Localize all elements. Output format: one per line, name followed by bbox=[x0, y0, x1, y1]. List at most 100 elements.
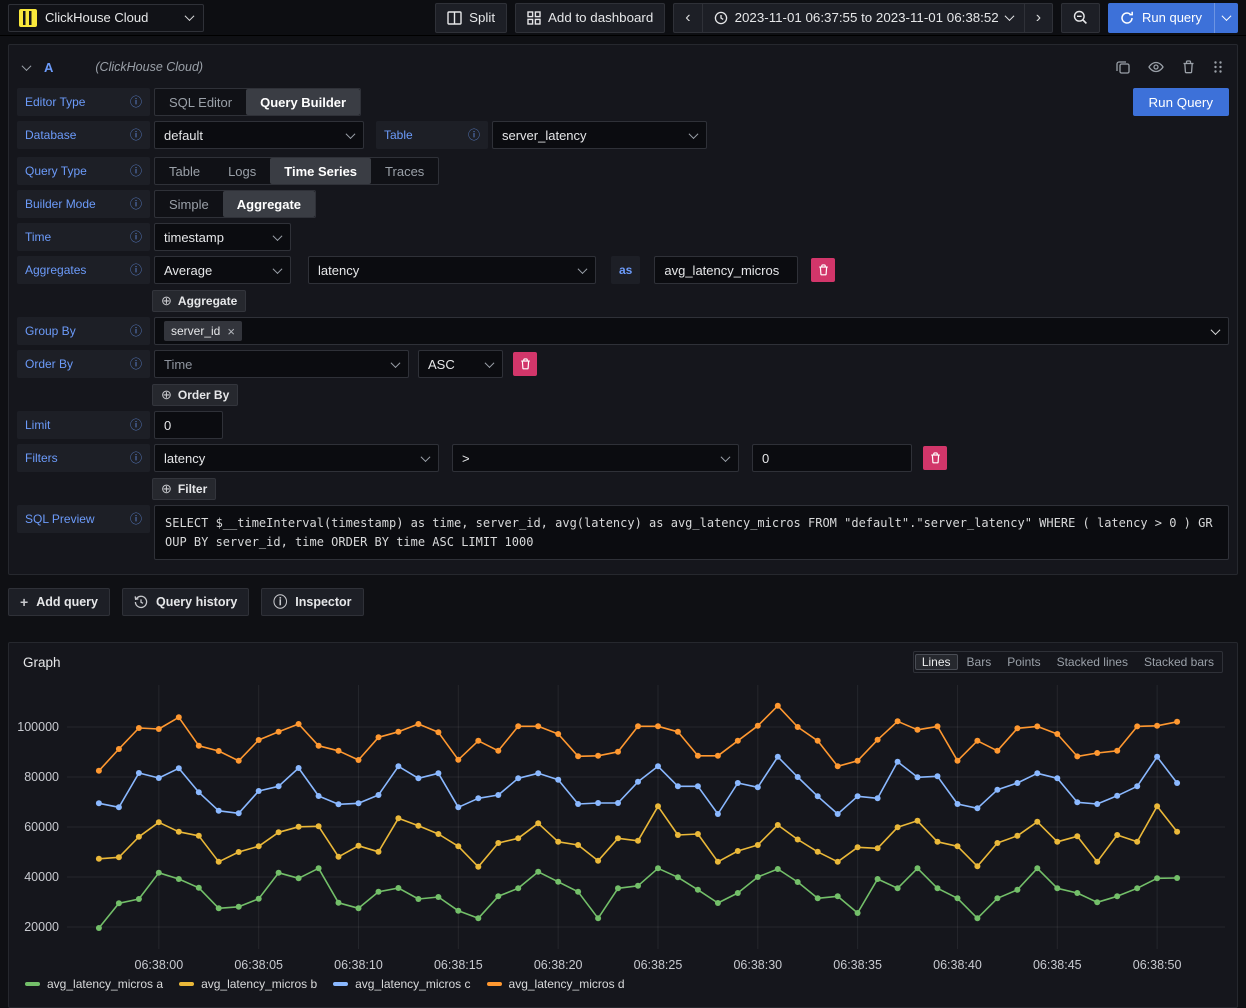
explore-toolbar: + Add query Query history ⓘ Inspector bbox=[8, 588, 1238, 616]
info-icon[interactable]: ⓘ bbox=[130, 452, 142, 464]
zoom-out-button[interactable] bbox=[1061, 3, 1100, 33]
info-icon[interactable]: ⓘ bbox=[130, 129, 142, 141]
info-icon[interactable]: ⓘ bbox=[130, 419, 142, 431]
trash-icon bbox=[520, 358, 531, 370]
add-to-dashboard-button[interactable]: Add to dashboard bbox=[515, 3, 665, 33]
time-column-select[interactable]: timestamp bbox=[154, 223, 291, 251]
add-order-by-button[interactable]: ⊕ Order By bbox=[152, 384, 238, 406]
aggregate-function-select[interactable]: Average bbox=[154, 256, 291, 284]
remove-chip-icon[interactable]: × bbox=[227, 324, 235, 339]
order-by-direction-select[interactable]: ASC bbox=[418, 350, 503, 378]
info-circle-icon: ⓘ bbox=[273, 595, 287, 609]
eye-icon[interactable] bbox=[1148, 61, 1164, 73]
limit-input[interactable]: 0 bbox=[154, 411, 223, 439]
legend-item[interactable]: avg_latency_micros c bbox=[333, 977, 470, 991]
info-icon[interactable]: ⓘ bbox=[130, 264, 142, 276]
chart-canvas[interactable]: 06:38:0006:38:0506:38:1006:38:1506:38:20… bbox=[17, 677, 1231, 973]
add-aggregate-label: Aggregate bbox=[178, 294, 237, 308]
svg-text:20000: 20000 bbox=[24, 920, 59, 934]
graph-style-stacked-lines[interactable]: Stacked lines bbox=[1050, 654, 1135, 670]
query-history-button[interactable]: Query history bbox=[122, 588, 249, 616]
graph-style-points[interactable]: Points bbox=[1000, 654, 1047, 670]
delete-query-icon[interactable] bbox=[1182, 60, 1195, 74]
query-type-logs[interactable]: Logs bbox=[214, 158, 270, 184]
zoom-out-icon bbox=[1073, 10, 1088, 25]
info-icon[interactable]: ⓘ bbox=[130, 231, 142, 243]
filter-operator-select[interactable]: > bbox=[452, 444, 739, 472]
time-forward-button[interactable]: › bbox=[1024, 3, 1053, 33]
info-icon[interactable]: ⓘ bbox=[130, 96, 142, 108]
inspector-button[interactable]: ⓘ Inspector bbox=[261, 588, 363, 616]
collapse-chevron-icon[interactable] bbox=[22, 61, 32, 71]
query-type-traces[interactable]: Traces bbox=[371, 158, 438, 184]
info-icon[interactable]: ⓘ bbox=[130, 513, 142, 525]
copy-query-icon[interactable] bbox=[1116, 60, 1130, 74]
info-icon[interactable]: ⓘ bbox=[130, 325, 142, 337]
group-by-multiselect[interactable]: server_id × bbox=[154, 317, 1229, 345]
row-group-by: Group By ⓘ server_id × bbox=[17, 317, 1229, 345]
info-icon[interactable]: ⓘ bbox=[468, 129, 480, 141]
trash-icon bbox=[930, 452, 941, 464]
order-by-field-select[interactable]: Time bbox=[154, 350, 409, 378]
query-ref-id[interactable]: A bbox=[44, 60, 53, 75]
table-select[interactable]: server_latency bbox=[492, 121, 707, 149]
drag-handle-icon[interactable] bbox=[1213, 60, 1223, 74]
row-database-table: Database ⓘ default Table ⓘ server_latenc… bbox=[17, 121, 1229, 149]
query-type-table[interactable]: Table bbox=[155, 158, 214, 184]
editor-type-query-builder[interactable]: Query Builder bbox=[246, 89, 360, 115]
legend-item[interactable]: avg_latency_micros b bbox=[179, 977, 317, 991]
run-query-dropdown[interactable] bbox=[1214, 3, 1238, 33]
time-picker-group: ‹ 2023-11-01 06:37:55 to 2023-11-01 06:3… bbox=[673, 3, 1053, 33]
graph-style-lines[interactable]: Lines bbox=[915, 654, 958, 670]
aggregate-column-select[interactable]: latency bbox=[308, 256, 596, 284]
database-select[interactable]: default bbox=[154, 121, 364, 149]
remove-filter-button[interactable] bbox=[923, 446, 947, 470]
builder-mode-aggregate[interactable]: Aggregate bbox=[223, 191, 315, 217]
split-icon bbox=[447, 11, 462, 25]
run-query-button[interactable]: Run query bbox=[1108, 3, 1214, 33]
graph-style-bars[interactable]: Bars bbox=[960, 654, 999, 670]
row-limit: Limit ⓘ 0 bbox=[17, 411, 1229, 439]
time-range-button[interactable]: 2023-11-01 06:37:55 to 2023-11-01 06:38:… bbox=[702, 3, 1024, 33]
add-aggregate-button[interactable]: ⊕ Aggregate bbox=[152, 290, 246, 312]
remove-aggregate-button[interactable] bbox=[811, 258, 835, 282]
svg-text:06:38:30: 06:38:30 bbox=[733, 958, 782, 972]
add-query-button[interactable]: + Add query bbox=[8, 588, 110, 616]
limit-label-box: Limit ⓘ bbox=[17, 411, 150, 439]
chevron-down-icon bbox=[578, 264, 588, 274]
row-filters: Filters ⓘ latency > 0 bbox=[17, 444, 1229, 472]
alias-input[interactable]: avg_latency_micros bbox=[654, 256, 798, 284]
info-icon[interactable]: ⓘ bbox=[130, 358, 142, 370]
query-type-time-series[interactable]: Time Series bbox=[270, 158, 371, 184]
chevron-down-icon bbox=[1211, 325, 1221, 335]
editor-type-label-box: Editor Type ⓘ bbox=[17, 88, 150, 116]
builder-mode-segmented: Simple Aggregate bbox=[154, 190, 316, 218]
aggregate-column-value: latency bbox=[318, 263, 571, 278]
editor-run-query-button[interactable]: Run Query bbox=[1133, 88, 1229, 116]
legend-item[interactable]: avg_latency_micros a bbox=[25, 977, 163, 991]
remove-order-by-button[interactable] bbox=[513, 352, 537, 376]
time-back-button[interactable]: ‹ bbox=[673, 3, 701, 33]
graph-style-stacked-bars[interactable]: Stacked bars bbox=[1137, 654, 1221, 670]
filter-value-input[interactable]: 0 bbox=[752, 444, 912, 472]
filter-column-select[interactable]: latency bbox=[154, 444, 439, 472]
add-filter-button[interactable]: ⊕ Filter bbox=[152, 478, 216, 500]
table-label: Table bbox=[384, 128, 413, 142]
split-button[interactable]: Split bbox=[435, 3, 507, 33]
timeseries-chart[interactable]: 06:38:0006:38:0506:38:1006:38:1506:38:20… bbox=[17, 675, 1229, 973]
datasource-picker[interactable]: ClickHouse Cloud bbox=[8, 4, 204, 32]
chevron-left-icon: ‹ bbox=[685, 10, 690, 26]
svg-text:06:38:20: 06:38:20 bbox=[534, 958, 583, 972]
builder-mode-simple[interactable]: Simple bbox=[155, 191, 223, 217]
chevron-down-icon bbox=[346, 129, 356, 139]
svg-text:100000: 100000 bbox=[17, 720, 59, 734]
editor-type-sql-editor[interactable]: SQL Editor bbox=[155, 89, 246, 115]
query-type-label-box: Query Type ⓘ bbox=[17, 157, 150, 185]
row-time: Time ⓘ timestamp bbox=[17, 223, 1229, 251]
info-icon[interactable]: ⓘ bbox=[130, 165, 142, 177]
group-by-chip: server_id × bbox=[164, 321, 242, 341]
info-icon[interactable]: ⓘ bbox=[130, 198, 142, 210]
circle-plus-icon: ⊕ bbox=[161, 387, 172, 403]
chevron-down-icon bbox=[1222, 11, 1232, 21]
legend-item[interactable]: avg_latency_micros d bbox=[487, 977, 625, 991]
